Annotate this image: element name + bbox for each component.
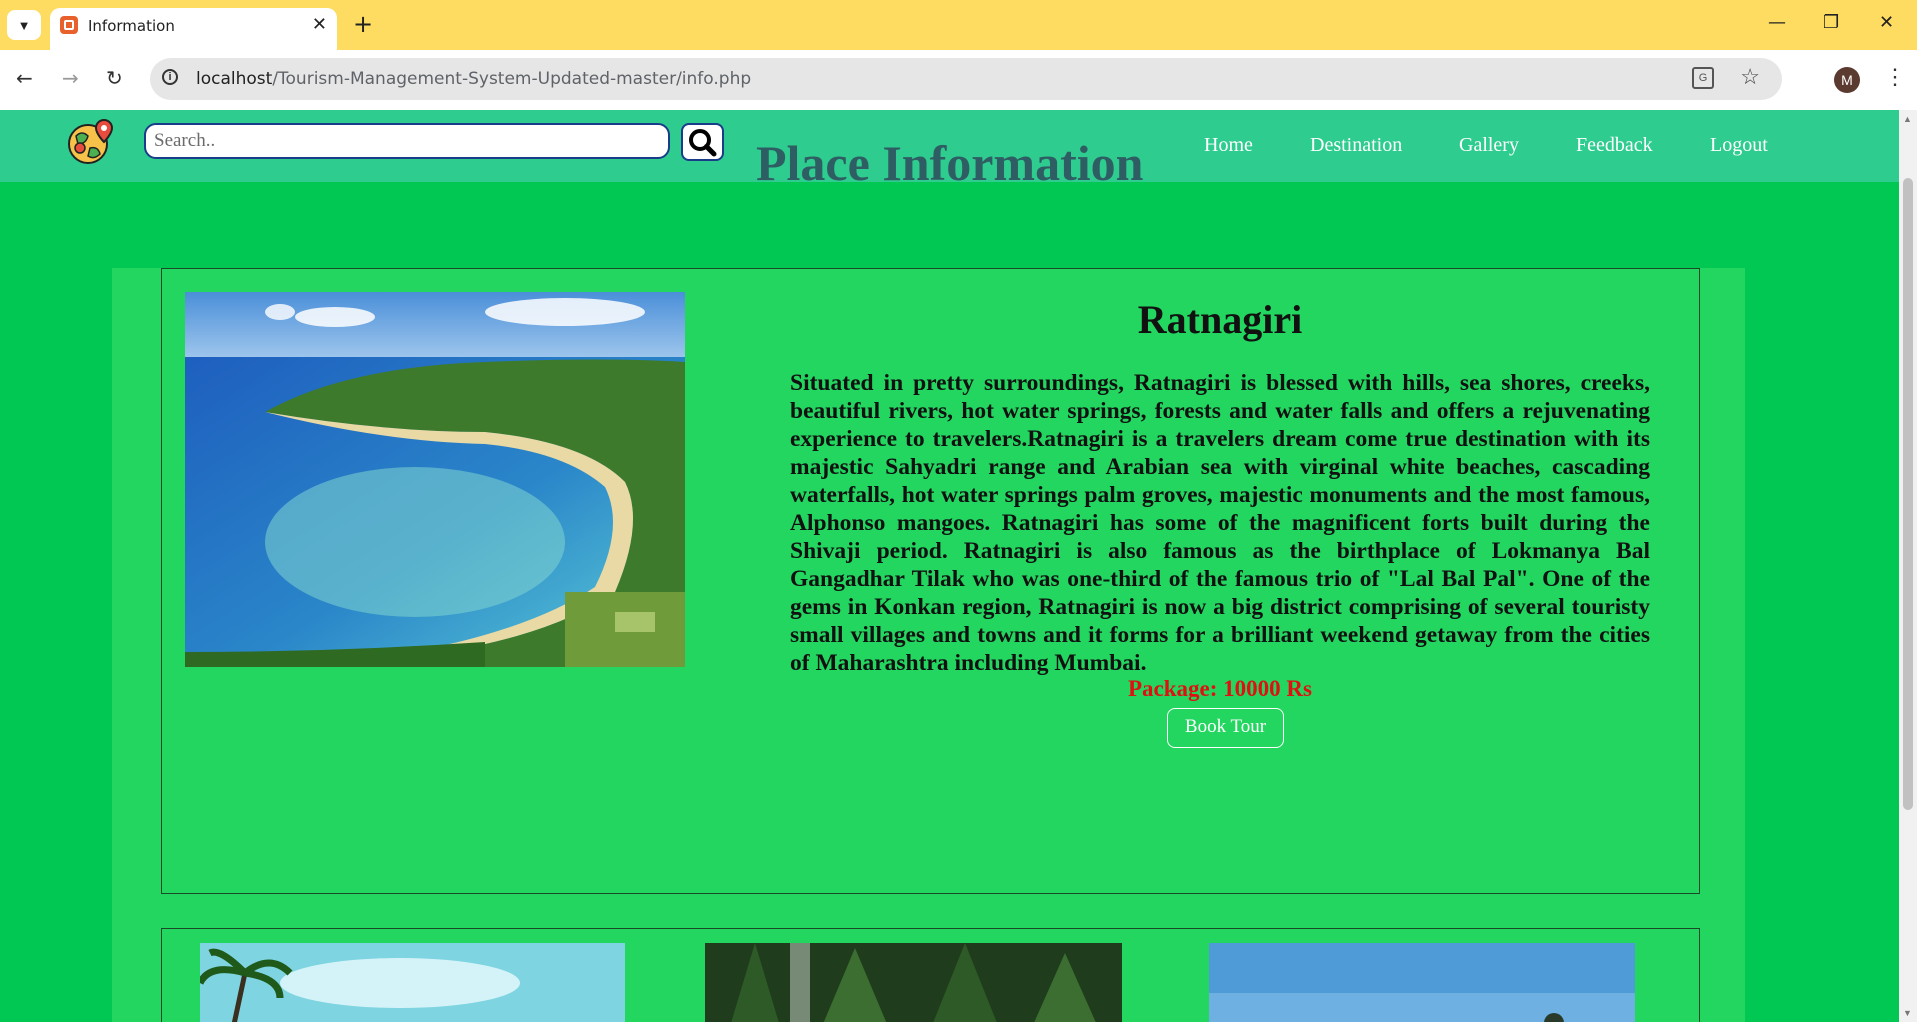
new-tab-button[interactable]: + xyxy=(353,10,373,38)
restore-button[interactable]: ❐ xyxy=(1823,12,1839,33)
tab-search-button[interactable]: ▼ xyxy=(7,10,41,40)
book-tour-button[interactable]: Book Tour xyxy=(1167,708,1284,748)
search-input[interactable] xyxy=(144,123,670,159)
nav-destination[interactable]: Destination xyxy=(1310,134,1402,157)
back-button[interactable]: ← xyxy=(16,66,33,90)
search-icon xyxy=(689,129,717,157)
scroll-down-icon[interactable]: ▼ xyxy=(1903,1008,1912,1018)
page-viewport: Place Information Home Destination Galle… xyxy=(0,110,1899,1022)
scroll-up-icon[interactable]: ▲ xyxy=(1903,114,1912,124)
close-window-button[interactable]: ✕ xyxy=(1879,12,1894,33)
chevron-down-icon: ▼ xyxy=(17,17,31,33)
profile-avatar[interactable]: M xyxy=(1834,67,1860,93)
search-button[interactable] xyxy=(681,123,724,161)
url-text: localhost/Tourism-Management-System-Upda… xyxy=(196,69,752,89)
place-image xyxy=(185,292,685,667)
package-price: Package: 10000 Rs xyxy=(1128,676,1312,701)
tab-title: Information xyxy=(88,17,175,35)
browser-tab[interactable]: Information ✕ xyxy=(50,8,337,50)
minimize-button[interactable]: — xyxy=(1768,12,1786,33)
browser-tab-strip: ▼ Information ✕ + — ❐ ✕ xyxy=(0,0,1917,50)
page-scrollbar[interactable]: ▲ ▼ xyxy=(1899,110,1917,1022)
browser-toolbar: ← → ↻ i localhost/Tourism-Management-Sys… xyxy=(0,50,1917,110)
forward-button[interactable]: → xyxy=(62,66,79,90)
place-description: Situated in pretty surroundings, Ratnagi… xyxy=(790,370,1650,676)
nav-logout[interactable]: Logout xyxy=(1710,134,1768,157)
place-name: Ratnagiri xyxy=(1137,297,1303,342)
scrollbar-thumb[interactable] xyxy=(1903,178,1913,810)
page-title: Place Information xyxy=(756,135,1144,191)
reload-button[interactable]: ↻ xyxy=(106,66,123,90)
nav-home[interactable]: Home xyxy=(1204,134,1253,157)
globe-logo-icon[interactable] xyxy=(66,118,116,168)
address-bar[interactable]: i localhost/Tourism-Management-System-Up… xyxy=(150,58,1782,100)
tab-close-icon[interactable]: ✕ xyxy=(312,14,327,35)
nav-gallery[interactable]: Gallery xyxy=(1459,134,1519,157)
xampp-favicon-icon xyxy=(60,16,78,34)
site-header: Place Information Home Destination Galle… xyxy=(0,110,1899,191)
translate-icon[interactable]: G xyxy=(1692,67,1714,89)
gallery-image-palm[interactable] xyxy=(200,943,625,1022)
site-info-icon[interactable]: i xyxy=(162,69,178,85)
gallery-image-sky[interactable] xyxy=(1209,943,1635,1022)
gallery-image-forest[interactable] xyxy=(705,943,1122,1022)
bookmark-star-icon[interactable]: ☆ xyxy=(1740,64,1760,90)
nav-feedback[interactable]: Feedback xyxy=(1576,134,1653,157)
browser-menu-icon[interactable]: ⋮ xyxy=(1884,64,1906,90)
